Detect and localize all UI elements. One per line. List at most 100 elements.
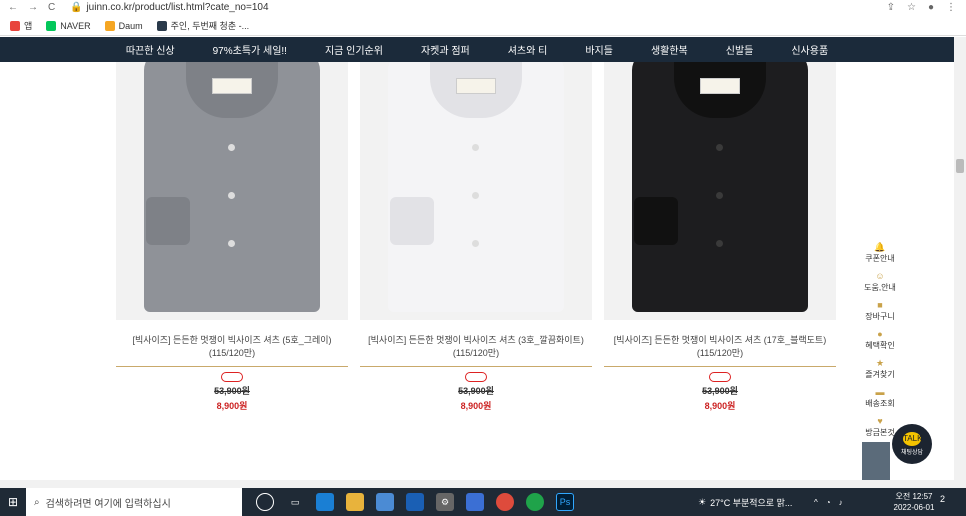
cortana-icon[interactable] bbox=[256, 493, 274, 511]
shirt-button bbox=[472, 192, 479, 199]
clock-date: 2022-06-01 bbox=[893, 503, 935, 512]
product-divider bbox=[604, 366, 836, 367]
scrollbar-thumb[interactable] bbox=[956, 159, 964, 173]
bookmark-star-icon[interactable]: ☆ bbox=[907, 2, 916, 13]
shirt-label bbox=[212, 78, 252, 94]
gift-icon: ● bbox=[877, 329, 883, 339]
network-icon[interactable]: ◔ bbox=[826, 498, 831, 507]
bell-icon: 🔔 bbox=[874, 242, 886, 252]
nav-item-pants[interactable]: 바지들 bbox=[566, 42, 632, 57]
menu-icon[interactable]: ⋮ bbox=[946, 2, 956, 13]
quick-menu-favorites[interactable]: ★ 즐겨찾기 bbox=[865, 358, 894, 387]
product-list: [빅사이즈] 든든한 멋쟁이 빅사이즈 셔츠 (5호_그레이) (115/120만… bbox=[0, 62, 954, 480]
product-card[interactable]: [빅사이즈] 든든한 멋쟁이 빅사이즈 셔츠 (5호_그레이) (115/120만… bbox=[116, 62, 348, 412]
taskbar-search[interactable]: ⌕ 검색하려면 여기에 입력하십시 bbox=[26, 488, 242, 516]
recent-item-thumbnail[interactable] bbox=[862, 442, 890, 480]
reload-button[interactable]: C bbox=[48, 2, 55, 13]
sale-badge bbox=[221, 372, 243, 382]
quick-menu-recent[interactable]: ♥ 방금본것 bbox=[865, 416, 894, 445]
bookmark-naver[interactable]: NAVER bbox=[46, 20, 91, 31]
windows-taskbar: ⊞ ⌕ 검색하려면 여기에 입력하십시 ▭ ⚙ Ps ☀ 27°C 부분적으로 … bbox=[0, 488, 966, 516]
bag-icon: ■ bbox=[877, 300, 883, 310]
store-icon[interactable] bbox=[376, 493, 394, 511]
quick-menu-delivery[interactable]: ▬ 배송조회 bbox=[865, 387, 894, 416]
product-card[interactable]: [빅사이즈] 든든한 멋쟁이 빅사이즈 셔츠 (3호_깔끔화이트) (115/12… bbox=[360, 62, 592, 412]
product-title[interactable]: [빅사이즈] 든든한 멋쟁이 빅사이즈 셔츠 (5호_그레이) (115/120만… bbox=[116, 334, 348, 360]
system-tray: ^ ◔ ♪ bbox=[814, 488, 843, 516]
notification-icon[interactable]: 2 bbox=[940, 494, 956, 510]
smile-icon: ☺ bbox=[875, 271, 885, 281]
original-price: 53,900원 bbox=[214, 386, 250, 396]
search-icon: ⌕ bbox=[34, 496, 40, 508]
settings-icon[interactable]: ⚙ bbox=[436, 493, 454, 511]
heart-icon: ♥ bbox=[877, 416, 883, 426]
nav-item-new[interactable]: 따끈한 신상 bbox=[107, 42, 194, 57]
chat-consult-button[interactable]: TALK 채팅상담 bbox=[892, 424, 932, 464]
windows-start-icon[interactable]: ⊞ bbox=[0, 488, 26, 516]
tray-expand-icon[interactable]: ^ bbox=[814, 498, 818, 507]
taskbar-clock[interactable]: 오전 12:57 2022-06-01 bbox=[888, 491, 940, 513]
star-icon: ★ bbox=[875, 358, 885, 368]
quick-menu: 🔔 쿠폰안내 ☺ 도움,안내 ■ 장바구니 ● 혜택확인 ★ 즐겨찾기 ▬ 배송조회 ♥ 방금… bbox=[858, 242, 902, 445]
product-image[interactable] bbox=[604, 62, 836, 320]
shirt-button bbox=[472, 144, 479, 151]
app-icon[interactable] bbox=[466, 493, 484, 511]
nav-item-ranking[interactable]: 지금 인기순위 bbox=[306, 42, 402, 57]
mail-icon[interactable] bbox=[406, 493, 424, 511]
vertical-scrollbar[interactable] bbox=[954, 37, 966, 488]
shirt-label bbox=[456, 78, 496, 94]
sale-badge bbox=[465, 372, 487, 382]
volume-icon[interactable]: ♪ bbox=[839, 498, 843, 507]
naver-icon bbox=[46, 20, 57, 31]
quick-menu-benefits[interactable]: ● 혜택확인 bbox=[865, 329, 894, 358]
lock-icon: 🔒 bbox=[70, 1, 83, 13]
product-image[interactable] bbox=[360, 62, 592, 320]
line-icon[interactable] bbox=[526, 493, 544, 511]
share-icon[interactable]: ⇪ bbox=[887, 2, 895, 13]
nav-item-hanbok[interactable]: 생활한복 bbox=[632, 42, 707, 57]
original-price: 53,900원 bbox=[702, 386, 738, 396]
product-divider bbox=[360, 366, 592, 367]
bookmark-apps[interactable]: 앱 bbox=[10, 19, 32, 32]
chrome-icon[interactable] bbox=[496, 493, 514, 511]
nav-item-accessories[interactable]: 신사용품 bbox=[772, 42, 847, 57]
nav-item-shirts[interactable]: 셔츠와 티 bbox=[489, 42, 567, 57]
browser-actions: ⇪ ☆ ● ⋮ bbox=[887, 2, 966, 13]
search-placeholder: 검색하려면 여기에 입력하십시 bbox=[45, 498, 171, 510]
product-divider bbox=[116, 366, 348, 367]
main-navigation: 따끈한 신상 97%초특가 세일!! 지금 인기순위 자켓과 점퍼 셔츠와 티 … bbox=[0, 37, 954, 62]
quick-menu-cart[interactable]: ■ 장바구니 bbox=[865, 300, 894, 329]
browser-nav: ← → C bbox=[0, 2, 70, 13]
task-view-icon[interactable]: ▭ bbox=[286, 493, 304, 511]
back-button[interactable]: ← bbox=[8, 2, 18, 13]
quick-menu-help[interactable]: ☺ 도움,안내 bbox=[864, 271, 896, 300]
weather-text: 27°C 부분적으로 맑... bbox=[710, 497, 793, 508]
quick-menu-coupon[interactable]: 🔔 쿠폰안내 bbox=[865, 242, 894, 271]
bookmark-daum[interactable]: Daum bbox=[104, 20, 143, 31]
product-title[interactable]: [빅사이즈] 든든한 멋쟁이 빅사이즈 셔츠 (3호_깔끔화이트) (115/12… bbox=[360, 334, 592, 360]
shirt-cuff bbox=[390, 197, 434, 245]
photoshop-icon[interactable]: Ps bbox=[556, 493, 574, 511]
nav-item-sale[interactable]: 97%초특가 세일!! bbox=[194, 42, 306, 57]
nav-item-shoes[interactable]: 신발들 bbox=[707, 42, 773, 57]
truck-icon: ▬ bbox=[875, 387, 885, 397]
forward-button[interactable]: → bbox=[28, 2, 38, 13]
profile-icon[interactable]: ● bbox=[928, 2, 934, 13]
weather-widget[interactable]: ☀ 27°C 부분적으로 맑... bbox=[698, 488, 792, 516]
product-title[interactable]: [빅사이즈] 든든한 멋쟁이 빅사이즈 셔츠 (17호_블랙도트) (115/12… bbox=[604, 334, 836, 360]
url-text: juinn.co.kr/product/list.html?cate_no=10… bbox=[86, 1, 269, 13]
product-card[interactable]: [빅사이즈] 든든한 멋쟁이 빅사이즈 셔츠 (17호_블랙도트) (115/12… bbox=[604, 62, 836, 412]
bookmark-juinn[interactable]: 주인, 두번째 청춘 -... bbox=[156, 19, 249, 32]
file-explorer-icon[interactable] bbox=[346, 493, 364, 511]
product-image[interactable] bbox=[116, 62, 348, 320]
sale-price: 8,900원 bbox=[704, 401, 736, 411]
shirt-button bbox=[472, 240, 479, 247]
url-field[interactable]: 🔒 juinn.co.kr/product/list.html?cate_no=… bbox=[70, 2, 887, 13]
edge-icon[interactable] bbox=[316, 493, 334, 511]
nav-item-jackets[interactable]: 자켓과 점퍼 bbox=[402, 42, 489, 57]
horizontal-scrollbar[interactable] bbox=[0, 480, 954, 488]
chat-label: 채팅상담 bbox=[900, 450, 924, 456]
shirt-button bbox=[228, 192, 235, 199]
juinn-icon bbox=[156, 20, 167, 31]
chat-bubble-icon: TALK bbox=[903, 432, 922, 446]
